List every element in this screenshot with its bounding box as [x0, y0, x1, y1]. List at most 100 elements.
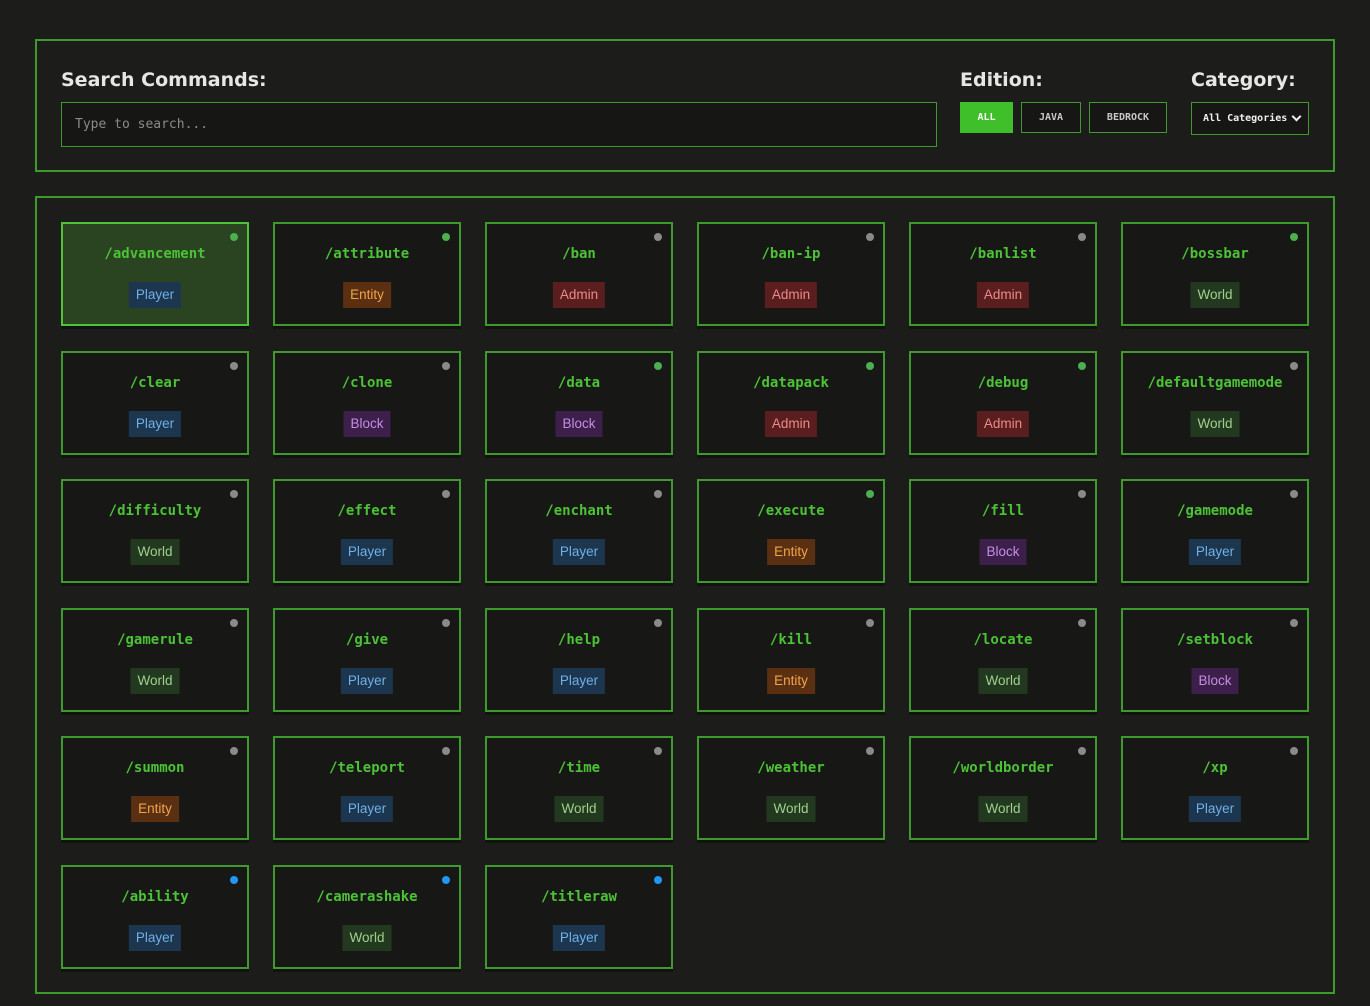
edition-dot-icon	[230, 361, 238, 370]
command-card[interactable]: /xp Player	[1121, 736, 1309, 840]
command-name: /titleraw	[541, 888, 617, 905]
command-grid: /advancement Player/attribute Entity/ban Ad…	[61, 222, 1309, 969]
chevron-down-icon	[1291, 111, 1302, 122]
command-name: /clone	[341, 374, 393, 391]
category-badge: World	[342, 924, 392, 951]
command-card[interactable]: /datapack Admin	[697, 350, 885, 455]
command-card[interactable]: /data Block	[485, 350, 673, 455]
command-name: /ability	[121, 888, 189, 905]
category-badge: Admin	[764, 410, 818, 437]
category-badge: Player	[552, 667, 606, 694]
command-name: /help	[557, 631, 601, 648]
category-badge: Admin	[552, 282, 606, 308]
search-input[interactable]	[61, 102, 937, 147]
command-card[interactable]: /titleraw Player	[485, 864, 673, 969]
command-name: /xp	[1202, 760, 1228, 776]
command-card[interactable]: /setblock Block	[1121, 607, 1309, 712]
category-badge: World	[1190, 282, 1240, 308]
category-badge: Player	[340, 796, 394, 822]
command-name: /bossbar	[1181, 246, 1249, 262]
category-select[interactable]: All Categories	[1191, 102, 1309, 135]
command-card[interactable]: /locate World	[909, 607, 1097, 712]
command-card[interactable]: /give Player	[273, 607, 461, 712]
command-card[interactable]: /attribute Entity	[273, 222, 461, 326]
edition-java-button[interactable]: JAVA	[1021, 102, 1081, 133]
category-badge: World	[554, 796, 604, 822]
edition-dot-icon	[654, 875, 662, 884]
edition-dot-icon	[1078, 747, 1086, 755]
category-badge: Entity	[131, 796, 179, 822]
edition-dot-icon	[654, 747, 662, 755]
command-name: /weather	[757, 760, 825, 776]
command-card[interactable]: /gamemode Player	[1121, 479, 1309, 583]
command-card[interactable]: /camerashake World	[273, 864, 461, 969]
edition-dot-icon	[230, 233, 238, 241]
category-badge: Block	[343, 410, 391, 437]
category-badge: Player	[340, 539, 394, 565]
edition-dot-icon	[1078, 233, 1086, 241]
edition-all-button[interactable]: ALL	[960, 102, 1013, 133]
edition-dot-icon	[654, 618, 662, 627]
command-card[interactable]: /banlist Admin	[909, 222, 1097, 326]
command-card[interactable]: /kill Entity	[697, 607, 885, 712]
command-name: /give	[345, 631, 389, 648]
command-card[interactable]: /time World	[485, 736, 673, 840]
edition-dot-icon	[230, 747, 238, 755]
command-card[interactable]: /ban Admin	[485, 222, 673, 326]
category-badge: Block	[979, 539, 1027, 565]
edition-dot-icon	[1290, 490, 1298, 498]
command-card[interactable]: /difficulty World	[61, 479, 249, 583]
edition-dot-icon	[866, 747, 874, 755]
command-card[interactable]: /worldborder World	[909, 736, 1097, 840]
command-card[interactable]: /defaultgamemode World	[1121, 350, 1309, 455]
command-card[interactable]: /advancement Player	[61, 222, 249, 326]
command-card[interactable]: /weather World	[697, 736, 885, 840]
command-card[interactable]: /debug Admin	[909, 350, 1097, 455]
category-badge: Player	[128, 410, 182, 437]
command-name: /attribute	[324, 246, 410, 262]
command-card[interactable]: /teleport Player	[273, 736, 461, 840]
edition-dot-icon	[1078, 490, 1086, 498]
command-name: /execute	[757, 503, 825, 519]
category-badge: Entity	[767, 667, 815, 694]
command-grid-panel: /advancement Player/attribute Entity/ban Ad…	[35, 196, 1335, 994]
command-card[interactable]: /effect Player	[273, 479, 461, 583]
command-name: /teleport	[329, 760, 405, 776]
command-card[interactable]: /clone Block	[273, 350, 461, 455]
command-name: /summon	[125, 760, 185, 776]
edition-dot-icon	[230, 618, 238, 627]
category-label: Category:	[1191, 69, 1296, 91]
edition-dot-icon	[442, 618, 450, 627]
edition-dot-icon	[230, 490, 238, 498]
command-card[interactable]: /clear Player	[61, 350, 249, 455]
command-card[interactable]: /execute Entity	[697, 479, 885, 583]
edition-dot-icon	[654, 361, 662, 370]
command-card[interactable]: /gamerule World	[61, 607, 249, 712]
edition-dot-icon	[866, 233, 874, 241]
edition-bedrock-button[interactable]: BEDROCK	[1089, 102, 1167, 133]
command-card[interactable]: /ability Player	[61, 864, 249, 969]
command-name: /difficulty	[108, 503, 202, 519]
command-name: /gamemode	[1177, 503, 1253, 519]
edition-dot-icon	[1078, 361, 1086, 370]
edition-dot-icon	[1290, 233, 1298, 241]
command-name: /gamerule	[117, 631, 193, 648]
command-name: /kill	[769, 631, 813, 648]
command-card[interactable]: /enchant Player	[485, 479, 673, 583]
category-badge: Player	[552, 924, 606, 951]
edition-dot-icon	[442, 490, 450, 498]
edition-dot-icon	[866, 490, 874, 498]
edition-dot-icon	[1290, 361, 1298, 370]
edition-dot-icon	[654, 490, 662, 498]
edition-dot-icon	[866, 361, 874, 370]
command-card[interactable]: /summon Entity	[61, 736, 249, 840]
command-card[interactable]: /bossbar World	[1121, 222, 1309, 326]
category-badge: Player	[128, 282, 182, 308]
command-name: /advancement	[104, 246, 206, 262]
command-card[interactable]: /help Player	[485, 607, 673, 712]
category-badge: Player	[1188, 539, 1242, 565]
edition-dot-icon	[654, 233, 662, 241]
command-card[interactable]: /ban-ip Admin	[697, 222, 885, 326]
command-card[interactable]: /fill Block	[909, 479, 1097, 583]
edition-dot-icon	[1290, 747, 1298, 755]
